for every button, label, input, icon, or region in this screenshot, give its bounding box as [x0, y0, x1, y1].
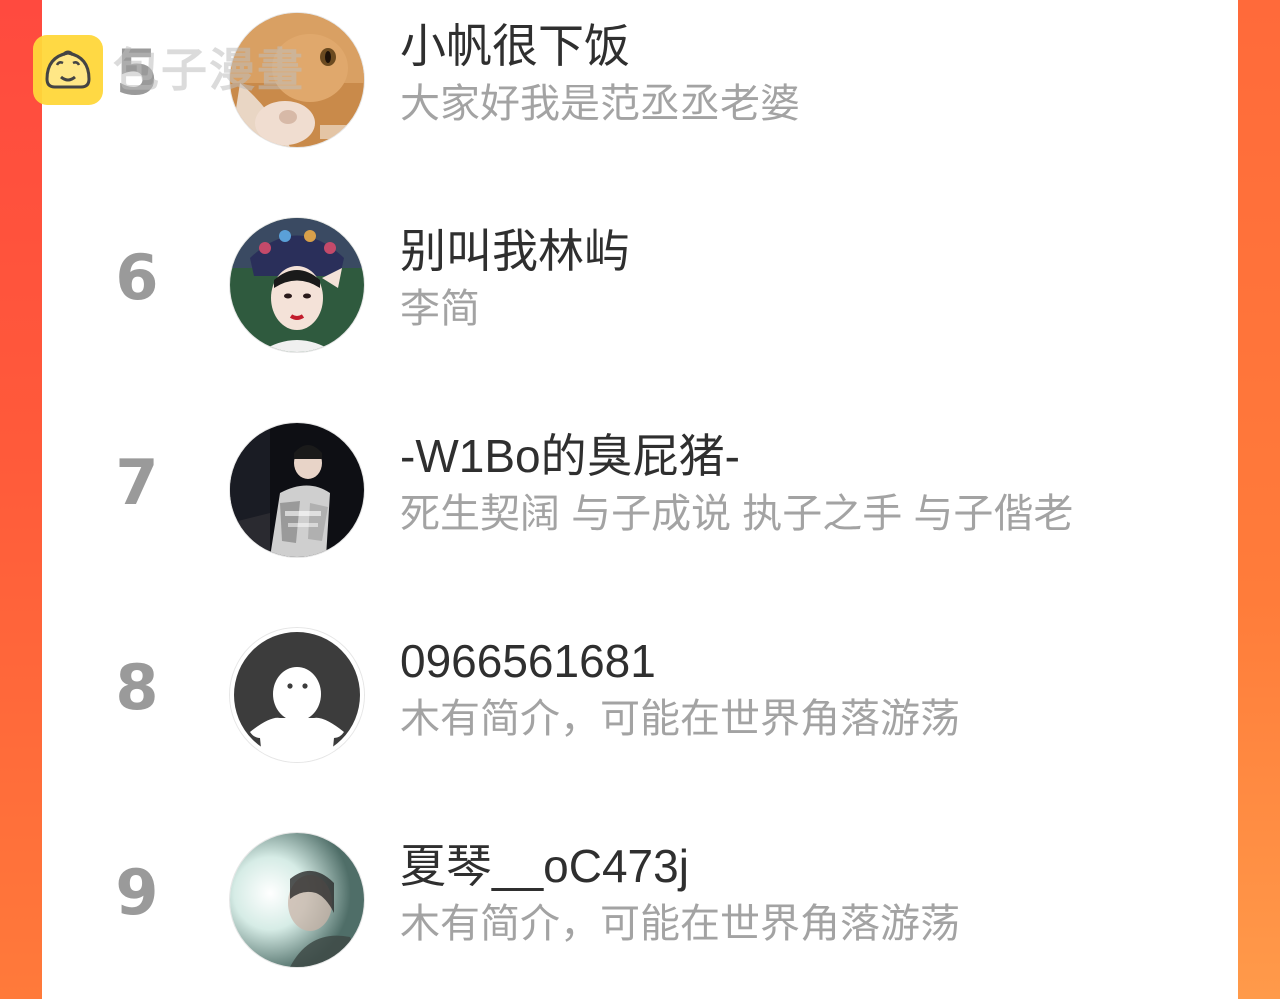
user-bio: 李简 [400, 287, 480, 331]
user-name[interactable]: 小帆很下饭 [400, 18, 630, 74]
user-avatar[interactable] [230, 218, 364, 352]
ranking-list: 5 小帆很下饭 大家好我是范丞丞老婆 6 别叫我林屿 李简 7 -W1Bo的臭屁… [42, 0, 1238, 999]
user-avatar[interactable] [230, 833, 364, 967]
ranking-row[interactable]: 8 0966561681 木有简介，可能在世界角落游荡 [42, 615, 1238, 765]
user-name[interactable]: 夏琴__oC473j [400, 838, 689, 894]
qing-costume-woman-avatar-icon [230, 218, 364, 352]
user-name[interactable]: 别叫我林屿 [400, 223, 630, 279]
rank-number: 8 [115, 651, 159, 724]
user-bio: 木有简介，可能在世界角落游荡 [400, 902, 960, 946]
ranking-row[interactable]: 7 -W1Bo的臭屁猪- 死生契阔 与子成说 执子之手 与子偕老 [42, 410, 1238, 560]
user-name[interactable]: 0966561681 [400, 633, 656, 689]
rank-number: 9 [115, 856, 159, 929]
watermark-text: 包子漫畫 [113, 44, 305, 96]
ranking-row[interactable]: 9 夏琴__oC473j 木有简介，可能在世界角落游荡 [42, 820, 1238, 970]
user-bio: 木有简介，可能在世界角落游荡 [400, 697, 960, 741]
watermark: 包子漫畫 [33, 34, 305, 106]
rank-number: 6 [115, 241, 159, 314]
user-name[interactable]: -W1Bo的臭屁猪- [400, 428, 740, 484]
rank-number: 7 [115, 446, 159, 519]
bun-logo-icon [33, 35, 103, 105]
user-bio: 大家好我是范丞丞老婆 [400, 82, 800, 126]
ranking-panel: 5 小帆很下饭 大家好我是范丞丞老婆 6 别叫我林屿 李简 7 -W1Bo的臭屁… [42, 0, 1238, 999]
user-avatar[interactable] [230, 628, 364, 762]
ranking-row[interactable]: 6 别叫我林屿 李简 [42, 205, 1238, 355]
right-gradient-border [1238, 0, 1280, 999]
default-ghost-avatar-icon [230, 628, 364, 762]
user-avatar[interactable] [230, 423, 364, 557]
soft-light-portrait-avatar-icon [230, 833, 364, 967]
stage-performer-avatar-icon [230, 423, 364, 557]
user-bio: 死生契阔 与子成说 执子之手 与子偕老 [400, 492, 1074, 536]
